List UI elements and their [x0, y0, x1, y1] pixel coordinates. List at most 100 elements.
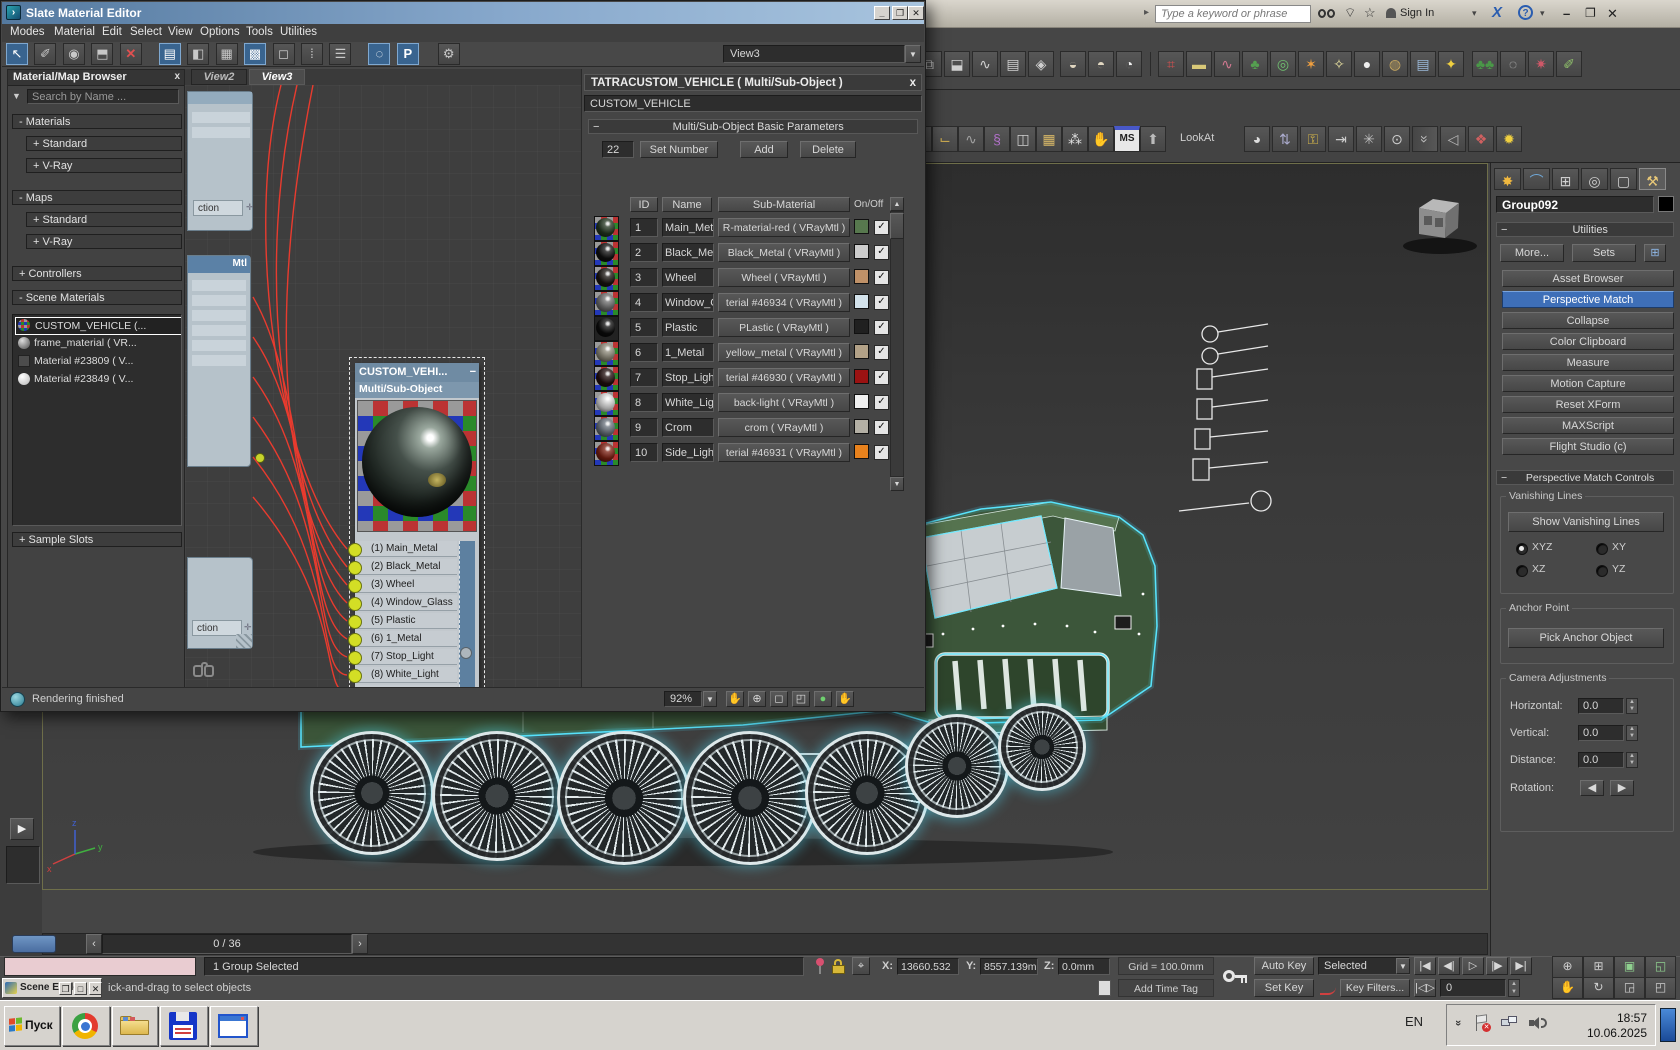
tray-volume-icon[interactable]	[1529, 1015, 1547, 1031]
go-to-start-button[interactable]: |◀	[1414, 957, 1436, 975]
submaterial-thumbnail[interactable]	[594, 316, 619, 341]
layout-all-icon[interactable]: ▤	[158, 43, 181, 65]
row-name-field[interactable]: Black_Met	[662, 243, 714, 262]
slot-socket[interactable]	[348, 615, 362, 629]
double-chevron-down-icon[interactable]: »	[1412, 126, 1438, 152]
utilities-rollout[interactable]: − Utilities	[1496, 222, 1674, 237]
next-frame-button[interactable]: |▶	[1486, 957, 1508, 975]
config-buttonsets-icon[interactable]: ⊞	[1644, 244, 1666, 262]
taskbar-save-button[interactable]	[160, 1006, 208, 1046]
table-scroll-down[interactable]: ▼	[890, 477, 904, 491]
submaterial-thumbnail[interactable]	[594, 416, 619, 441]
table-scroll-up[interactable]: ▲	[890, 197, 904, 211]
row-color-swatch[interactable]	[854, 319, 869, 334]
scene-explorer-mini-window[interactable]: Scene Explo... ❐ □ ✕	[2, 978, 102, 998]
section-maps-vray[interactable]: + V-Ray	[26, 234, 182, 249]
distance-spinner[interactable]: ▲ ▼	[1626, 752, 1638, 768]
keyword-search-input[interactable]: Type a keyword or phrase	[1155, 5, 1311, 23]
column-id-header[interactable]: ID	[630, 197, 658, 212]
row-name-field[interactable]: Crom	[662, 418, 714, 437]
multi-sub-object-node[interactable]: CUSTOM_VEHI... − Multi/Sub-Object (1) Ma…	[348, 357, 485, 703]
zoom-percent-field[interactable]: 92%	[664, 691, 702, 707]
row-id-field[interactable]: 10	[630, 443, 658, 462]
partial-node[interactable]: Mtl	[187, 255, 251, 467]
row-color-swatch[interactable]	[854, 444, 869, 459]
node-slot[interactable]: (1) Main_Metal	[357, 541, 457, 557]
row-submaterial-button[interactable]: yellow_metal ( VRayMtl )	[718, 343, 850, 362]
material-id-channel-icon[interactable]: ◧	[187, 43, 210, 65]
row-submaterial-button[interactable]: terial #46931 ( VRayMtl )	[718, 443, 850, 462]
row-color-swatch[interactable]	[854, 269, 869, 284]
utility-perspective-match-button[interactable]: Perspective Match	[1502, 291, 1674, 308]
view-selector-arrow[interactable]: ▼	[905, 45, 921, 63]
tape-measure-icon[interactable]: ▬	[1186, 51, 1212, 77]
link-arrows-icon[interactable]: ⇥	[1328, 126, 1354, 152]
row-on-checkbox[interactable]: ✓	[874, 370, 889, 385]
communication-center-icon[interactable]: ⌔	[1344, 5, 1356, 21]
main-close-button[interactable]: ✕	[1607, 6, 1618, 22]
menu-utilities[interactable]: Utilities	[280, 26, 317, 38]
submaterial-thumbnail[interactable]	[594, 341, 619, 366]
slot-socket[interactable]	[348, 579, 362, 593]
slate-zoom-icon[interactable]: ⊕	[748, 691, 766, 707]
time-slider-handle[interactable]: 0 / 36	[102, 934, 352, 954]
pick-anchor-object-button[interactable]: Pick Anchor Object	[1508, 628, 1664, 648]
lookat-label[interactable]: LookAt	[1180, 132, 1214, 144]
add-time-tag-label[interactable]: Add Time Tag	[1118, 979, 1214, 997]
assign-to-selection-icon[interactable]: ⬒	[91, 43, 114, 65]
zoom-percent-dropdown[interactable]: ▼	[703, 691, 717, 707]
slot-socket[interactable]	[348, 597, 362, 611]
utility-asset-browser-button[interactable]: Asset Browser	[1502, 270, 1674, 287]
menu-material[interactable]: Material	[54, 26, 95, 38]
row-on-checkbox[interactable]: ✓	[874, 420, 889, 435]
frame-range-icon[interactable]: ⇅	[1272, 126, 1298, 152]
rendered-frame-icon[interactable]: ◓	[1088, 51, 1114, 77]
section-materials[interactable]: - Materials	[12, 114, 182, 129]
slate-minimize-button[interactable]: _	[874, 6, 890, 20]
rotation-right-button[interactable]: ▶	[1610, 780, 1634, 796]
slot-socket[interactable]	[348, 561, 362, 575]
coord-z-field[interactable]: 0.0mm	[1058, 958, 1110, 975]
red-star-icon[interactable]: ✷	[1528, 51, 1554, 77]
light-create-icon[interactable]: ✦	[1438, 51, 1464, 77]
browser-search-input[interactable]: Search by Name ...	[27, 89, 179, 104]
utility-color-clipboard-button[interactable]: Color Clipboard	[1502, 333, 1674, 350]
scene-materials-list[interactable]: CUSTOM_VEHICLE (... frame_material ( VR.…	[12, 314, 182, 526]
row-id-field[interactable]: 1	[630, 218, 658, 237]
menu-view[interactable]: View	[168, 26, 193, 38]
slot-socket[interactable]	[348, 633, 362, 647]
slate-zoom-region-icon[interactable]: ◻	[770, 691, 788, 707]
menu-select[interactable]: Select	[130, 26, 162, 38]
rotation-left-button[interactable]: ◀	[1580, 780, 1604, 796]
show-vanishing-lines-button[interactable]: Show Vanishing Lines	[1508, 512, 1664, 532]
key-filters-button[interactable]: Key Filters...	[1340, 979, 1410, 997]
partial-node[interactable]: ction ✛	[187, 91, 254, 231]
tray-flag-alert-icon[interactable]: ✕	[1475, 1014, 1491, 1033]
assign-material-icon[interactable]: ◉	[62, 43, 85, 65]
sign-in-link[interactable]: Sign In	[1400, 7, 1434, 19]
menu-tools[interactable]: Tools	[246, 26, 273, 38]
node-titlebar[interactable]: CUSTOM_VEHI... −	[355, 363, 479, 382]
utility-reset-xform-button[interactable]: Reset XForm	[1502, 396, 1674, 413]
show-background-icon[interactable]: ▦	[215, 43, 238, 65]
section-controllers[interactable]: + Controllers	[12, 266, 182, 281]
foliage-tool-icon[interactable]: ♣	[1242, 51, 1268, 77]
utility-motion-capture-button[interactable]: Motion Capture	[1502, 375, 1674, 392]
balloons-icon[interactable]: ⁂	[1062, 126, 1088, 152]
gear-flower-icon[interactable]: ✳	[1356, 126, 1382, 152]
key-mode-dropdown-arrow[interactable]: ▼	[1396, 958, 1410, 974]
slot-socket[interactable]	[348, 543, 362, 557]
macro-recorder-pane[interactable]	[4, 957, 196, 976]
mini-maximize-button[interactable]: □	[74, 982, 87, 995]
object-name-field[interactable]: Group092	[1496, 196, 1654, 213]
purple-spline-icon[interactable]: §	[984, 126, 1010, 152]
row-on-checkbox[interactable]: ✓	[874, 320, 889, 335]
node-slot[interactable]: (6) 1_Metal	[357, 631, 457, 647]
row-on-checkbox[interactable]: ✓	[874, 220, 889, 235]
main-restore-button[interactable]: ❐	[1585, 6, 1596, 20]
viewport-play-tab-button[interactable]: ▶	[10, 818, 34, 840]
delete-selected-icon[interactable]: ✕	[119, 43, 142, 65]
browser-dropdown-arrow-icon[interactable]: ▼	[12, 91, 21, 101]
scene-material-item[interactable]: frame_material ( VR...	[15, 335, 181, 351]
maximize-viewport-icon[interactable]: ◲	[1614, 977, 1645, 999]
